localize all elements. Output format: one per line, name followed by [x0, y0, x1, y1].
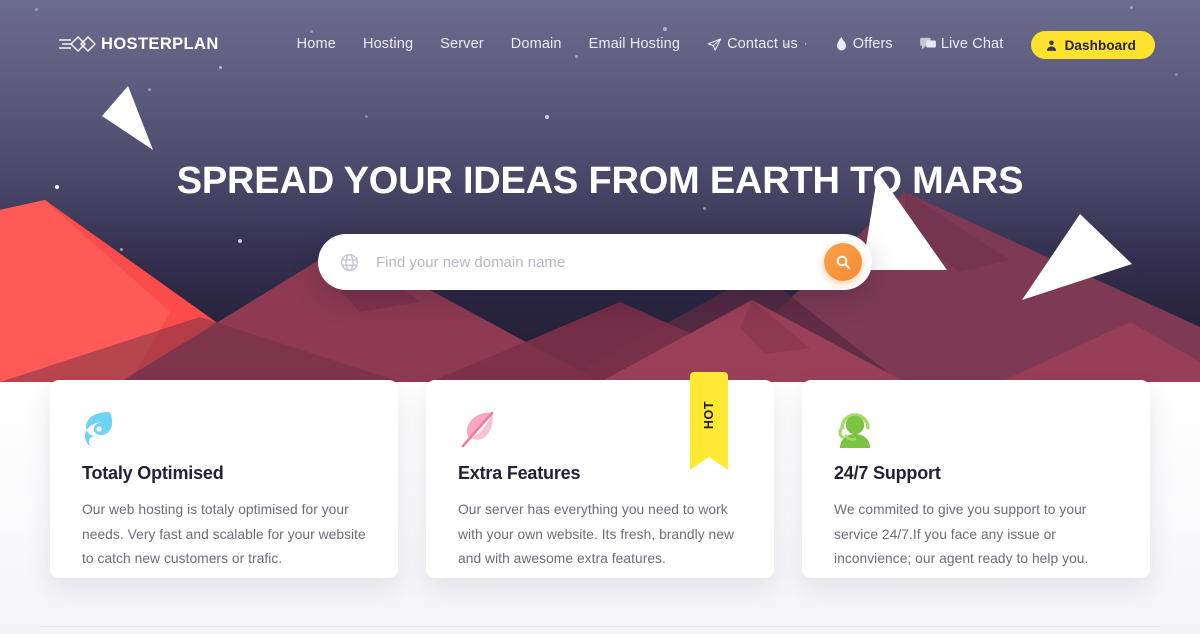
white-shard-right-icon [1022, 214, 1132, 300]
brand-logo[interactable]: HOSTERPLAN [58, 34, 219, 54]
nav-item-offers[interactable]: Offers [835, 36, 893, 52]
nav-item-hosting[interactable]: Hosting [363, 36, 413, 52]
card-title: Totaly Optimised [82, 463, 224, 483]
nav-item-contact-us[interactable]: Contact us · [707, 36, 808, 52]
feature-card-extra-features[interactable]: HOT Extra Features Our server has everyt… [426, 372, 774, 578]
brand-name: HOSTERPLAN [101, 34, 219, 53]
feature-cards: Totaly Optimised Our web hosting is tota… [0, 372, 1200, 578]
support-agent-icon [834, 410, 1120, 450]
nav-links: Home Hosting Server Domain Email Hosting [297, 36, 1004, 52]
nav-label: Hosting [362, 36, 414, 52]
nav-label: Offers [852, 36, 893, 52]
white-shard-left-icon [102, 86, 153, 150]
nav-item-home[interactable]: Home [297, 36, 336, 52]
nav-label: Live Chat [940, 36, 1004, 52]
page-title: SPREAD YOUR IDEAS FROM EARTH TO MARS [176, 160, 1024, 202]
paper-plane-icon [707, 37, 722, 52]
globe-icon [339, 252, 360, 273]
nav-label: Server [440, 36, 484, 52]
domain-search-bar[interactable] [318, 234, 872, 290]
feature-card-support[interactable]: 24/7 Support We commited to give you sup… [802, 380, 1150, 578]
nav-item-server[interactable]: Server [440, 36, 484, 52]
search-input[interactable] [376, 253, 824, 271]
nav-item-live-chat[interactable]: Live Chat [919, 36, 1004, 52]
dashboard-button-label: Dashboard [1064, 37, 1136, 53]
user-icon [1045, 39, 1058, 52]
search-icon [836, 255, 850, 269]
landing-page: SPREAD YOUR IDEAS FROM EARTH TO MARS Fin… [0, 0, 1200, 634]
nav-label: Email Hosting [588, 36, 681, 52]
nav-item-email-hosting[interactable]: Email Hosting [589, 36, 680, 52]
nav-label: Domain [510, 36, 562, 52]
card-description: Our web hosting is totaly optimised for … [82, 502, 366, 567]
dashboard-button[interactable]: Dashboard [1030, 31, 1155, 59]
feature-card-totaly-optimised[interactable]: Totaly Optimised Our web hosting is tota… [50, 380, 398, 578]
chevron-down-icon: · [803, 38, 808, 50]
search-button[interactable] [824, 243, 862, 281]
card-title: 24/7 Support [834, 463, 941, 483]
hurricane-icon [82, 410, 368, 450]
hot-badge-label: HOT [702, 400, 716, 429]
top-navigation-bar: HOSTERPLAN Home Hosting Server Domain Em… [0, 0, 1200, 88]
section-divider [40, 626, 1160, 627]
flame-icon [835, 36, 848, 52]
hot-badge: HOT [690, 372, 728, 470]
lines-diamonds-logo-icon [59, 36, 96, 52]
chat-bubble-icon [919, 37, 936, 51]
card-description: We commited to give you support to your … [834, 502, 1089, 567]
nav-item-domain[interactable]: Domain [511, 36, 562, 52]
nav-label: Home [296, 36, 336, 52]
card-description: Our server has everything you need to wo… [458, 502, 735, 567]
nav-label: Contact us [727, 36, 798, 52]
